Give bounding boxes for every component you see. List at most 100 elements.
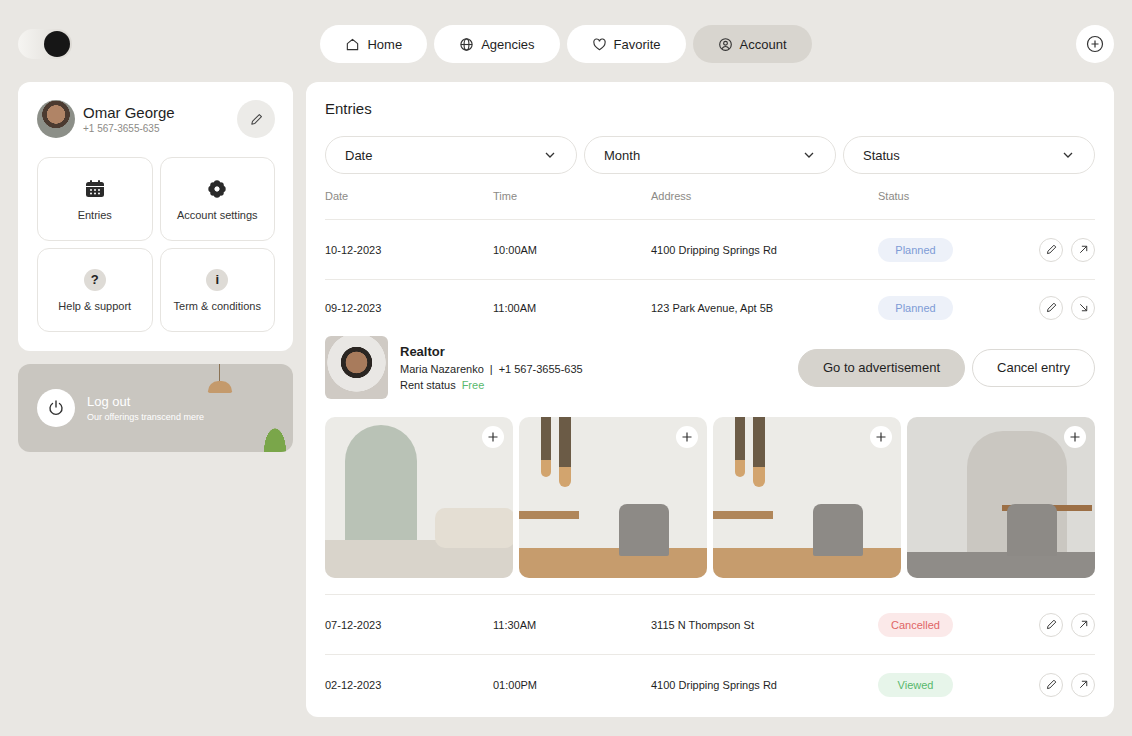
cell-status: Viewed: [878, 673, 1039, 697]
status-badge: Cancelled: [878, 613, 953, 637]
filter-dropdown[interactable]: Status: [843, 136, 1095, 174]
arrow-down-right-icon: [1077, 301, 1090, 314]
edit-profile-button[interactable]: [237, 100, 275, 138]
filter-label: Status: [863, 148, 900, 163]
photo[interactable]: [907, 417, 1095, 578]
calendar-icon: [84, 178, 106, 200]
logout-card[interactable]: Log out Our offerings transcend mere: [18, 364, 293, 452]
realtor-contact: Maria Nazarenko|+1 567-3655-635: [400, 363, 786, 375]
pencil-icon: [1045, 301, 1058, 314]
toggle-knob: [44, 31, 70, 57]
menu-tile-label: Account settings: [177, 209, 258, 221]
menu-tile[interactable]: iTerm & conditions: [160, 248, 276, 332]
separator: |: [490, 363, 493, 375]
globe-icon: [459, 37, 474, 52]
menu-tile[interactable]: Entries: [37, 157, 153, 241]
table-header: DateTimeAddressStatus: [325, 190, 1095, 220]
add-photo-button[interactable]: [1064, 426, 1086, 448]
cell-time: 11:00AM: [493, 302, 651, 314]
detail-button[interactable]: Go to advertisement: [798, 349, 965, 387]
cell-address: 3115 N Thompson St: [651, 619, 878, 631]
row-actions: [1039, 673, 1095, 697]
expand-button[interactable]: [1071, 613, 1095, 637]
detail-button[interactable]: Cancel entry: [972, 349, 1095, 387]
logout-title: Log out: [87, 394, 204, 409]
filter-dropdown[interactable]: Date: [325, 136, 577, 174]
logout-button[interactable]: [37, 389, 75, 427]
row-main: 09-12-202311:00AM123 Park Avenue, Apt 5B…: [325, 280, 1095, 335]
heart-icon: [592, 37, 607, 52]
entries-panel: EntriesDateMonthStatusDateTimeAddressSta…: [306, 82, 1114, 717]
row-main: 02-12-202301:00PM4100 Dripping Springs R…: [325, 655, 1095, 714]
menu-tile[interactable]: ?Help & support: [37, 248, 153, 332]
table-row: 09-12-202311:00AM123 Park Avenue, Apt 5B…: [325, 280, 1095, 595]
add-photo-button[interactable]: [676, 426, 698, 448]
realtor-label: Realtor: [400, 344, 786, 359]
nav-tab-label: Favorite: [614, 37, 661, 52]
add-photo-button[interactable]: [482, 426, 504, 448]
menu-tile[interactable]: Account settings: [160, 157, 276, 241]
status-badge: Planned: [878, 238, 953, 262]
filters: Date Month Status: [325, 136, 1095, 174]
expand-button[interactable]: [1071, 296, 1095, 320]
status-badge: Viewed: [878, 673, 953, 697]
nav-tab-label: Agencies: [481, 37, 534, 52]
nav-tab[interactable]: Favorite: [567, 25, 686, 63]
expand-button[interactable]: [1071, 673, 1095, 697]
add-button[interactable]: [1076, 25, 1114, 63]
pencil-icon: [1045, 618, 1058, 631]
power-icon: [46, 398, 66, 418]
photo-gallery: [325, 417, 1095, 578]
user-icon: [718, 37, 733, 52]
pencil-icon: [1045, 678, 1058, 691]
edit-button[interactable]: [1039, 238, 1063, 262]
edit-button[interactable]: [1039, 296, 1063, 320]
edit-button[interactable]: [1039, 673, 1063, 697]
photo[interactable]: [519, 417, 707, 578]
top-bar: Home Agencies Favorite Account: [18, 25, 1114, 63]
plus-icon: [681, 431, 693, 443]
realtor-name: Maria Nazarenko: [400, 363, 484, 375]
nav-tab[interactable]: Account: [693, 25, 812, 63]
edit-button[interactable]: [1039, 613, 1063, 637]
nav-tab[interactable]: Agencies: [434, 25, 559, 63]
plus-icon: [875, 431, 887, 443]
logout-subtitle: Our offerings transcend mere: [87, 412, 204, 422]
glyph-icon: ?: [84, 269, 106, 291]
theme-toggle[interactable]: [18, 29, 72, 59]
photo[interactable]: [325, 417, 513, 578]
content: Omar George+1 567-3655-635 Entries Account…: [18, 82, 1114, 717]
expand-button[interactable]: [1071, 238, 1095, 262]
menu-tile-label: Entries: [78, 209, 112, 221]
cell-time: 10:00AM: [493, 244, 651, 256]
arrow-up-right-icon: [1077, 678, 1090, 691]
realtor-photo: [325, 336, 388, 399]
page: Home Agencies Favorite Account Omar George+1…: [0, 0, 1132, 736]
profile-name: Omar George: [83, 104, 229, 121]
filter-label: Month: [604, 148, 640, 163]
cell-address: 4100 Dripping Springs Rd: [651, 679, 878, 691]
nav-tab[interactable]: Home: [320, 25, 427, 63]
rent-status-label: Rent status: [400, 379, 456, 391]
cell-date: 02-12-2023: [325, 679, 493, 691]
home-icon: [345, 37, 360, 52]
detail-buttons: Go to advertisementCancel entry: [798, 349, 1095, 387]
photo[interactable]: [713, 417, 901, 578]
pencil-icon: [249, 112, 264, 127]
profile-card: Omar George+1 567-3655-635 Entries Account…: [18, 82, 293, 351]
realtor-info: RealtorMaria Nazarenko|+1 567-3655-635Re…: [400, 344, 786, 391]
glyph-icon: i: [206, 269, 228, 291]
cell-date: 09-12-2023: [325, 302, 493, 314]
arrow-up-right-icon: [1077, 618, 1090, 631]
add-photo-button[interactable]: [870, 426, 892, 448]
realtor-row: RealtorMaria Nazarenko|+1 567-3655-635Re…: [325, 335, 1095, 400]
lamp-decoration: [206, 364, 234, 398]
filter-dropdown[interactable]: Month: [584, 136, 836, 174]
cell-status: Planned: [878, 296, 1039, 320]
table-row: 07-12-202311:30AM3115 N Thompson StCance…: [325, 595, 1095, 655]
plus-circle-icon: [1086, 35, 1104, 53]
menu-grid: Entries Account settings ?Help & supportiT…: [37, 157, 275, 332]
filter-label: Date: [345, 148, 372, 163]
profile-header: Omar George+1 567-3655-635: [37, 100, 275, 138]
row-actions: [1039, 613, 1095, 637]
